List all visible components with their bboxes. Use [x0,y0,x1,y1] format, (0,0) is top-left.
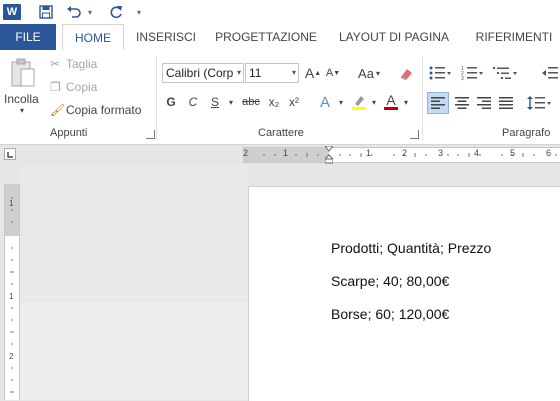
italic-button[interactable]: C [186,92,200,112]
cut-button[interactable]: ✂ Taglia [50,57,97,71]
cut-label: Taglia [66,57,98,71]
copy-icon: ❐ [50,80,61,94]
align-right-icon[interactable] [473,92,495,114]
document-line[interactable]: Borse; 60; 120,00€ [331,306,449,322]
group-separator [422,56,423,140]
superscript-button[interactable]: x² [286,92,302,112]
format-painter-button[interactable]: 🖌 Copia formato [50,103,141,117]
align-center-icon[interactable] [451,92,473,114]
indent-marker-icon[interactable] [323,145,335,164]
document-line[interactable]: Prodotti; Quantità; Prezzo [331,240,491,256]
underline-dropdown-icon[interactable]: ▾ [226,92,236,112]
tab-insert[interactable]: INSERISCI [132,24,200,50]
font-name-dropdown-icon[interactable]: ▾ [237,64,241,82]
ruler-label: 2 [243,148,249,158]
grow-font-button[interactable]: A ▲ [304,63,322,83]
save-icon[interactable] [36,3,56,21]
group-separator [156,56,157,140]
ribbon-home: Incolla ▾ ✂ Taglia ❐ Copia 🖌 Copia forma… [0,50,560,145]
canvas-shade [20,165,248,303]
font-color-button[interactable]: A [382,92,400,112]
text-effects-button[interactable]: A [316,92,334,112]
font-name-value: Calibri (Corp [166,66,234,80]
tab-page-layout[interactable]: LAYOUT DI PAGINA [333,24,455,50]
ruler-label: 4 [474,148,480,158]
tab-selector-icon[interactable] [4,148,16,160]
ruler-label: 5 [510,148,516,158]
undo-dropdown-icon[interactable]: ▾ [85,3,95,21]
highlight-dropdown-icon[interactable]: ▾ [369,92,379,112]
clear-formatting-icon[interactable] [396,63,416,83]
strikethrough-button[interactable]: abc [240,92,262,112]
bold-button[interactable]: G [164,92,178,112]
clipboard-group-label: Appunti [50,127,88,139]
justify-icon[interactable] [495,92,517,114]
paste-button-label[interactable]: Incolla [4,92,39,106]
ruler-label: 1 [366,148,372,158]
document-page[interactable]: Prodotti; Quantità; Prezzo Scarpe; 40; 8… [248,186,560,401]
clipboard-launcher-icon[interactable] [146,130,155,139]
font-name-combobox[interactable]: Calibri (Corp ▾ [162,63,244,83]
text-effects-dropdown-icon[interactable]: ▾ [336,92,346,112]
font-size-dropdown-icon[interactable]: ▾ [292,64,296,82]
copy-label: Copia [66,80,98,94]
ruler-label: 6 [546,148,552,158]
font-size-value: 11 [249,66,262,80]
underline-button[interactable]: S [208,92,222,112]
font-size-combobox[interactable]: 11 ▾ [245,63,299,83]
change-case-button[interactable]: Aa ▾ [354,63,384,83]
copy-button[interactable]: ❐ Copia [50,80,97,94]
word-logo-icon: W [3,4,21,20]
paragraph-group-label: Paragrafo [502,127,551,139]
bullets-icon[interactable] [428,63,454,83]
canvas-shade [20,303,248,400]
brush-icon: 🖌 [50,103,66,117]
font-launcher-icon[interactable] [410,130,419,139]
align-left-icon[interactable] [427,92,449,114]
shrink-font-button[interactable]: A ▼ [324,63,342,83]
ribbon-tabs: FILE HOME INSERISCI PROGETTAZIONE LAYOUT… [0,24,560,51]
ruler-label: 3 [438,148,444,158]
highlight-color-icon[interactable] [350,92,368,112]
scissors-icon: ✂ [50,57,61,71]
tab-references[interactable]: RIFERIMENTI [468,24,560,50]
customize-qat-icon[interactable]: ▾ [134,3,144,21]
ruler-row: 2 1 1 2 3 4 5 6 [0,145,560,165]
redo-icon[interactable] [106,3,126,21]
ruler-label: 2 [402,148,408,158]
ruler-label: 1 [9,292,14,301]
numbering-icon[interactable]: 123 [460,63,486,83]
vertical-ruler[interactable]: 1 1 2 [4,184,20,400]
vertical-ruler-ticks: 1 1 2 [9,197,14,393]
tab-home[interactable]: HOME [62,24,124,50]
subscript-button[interactable]: x₂ [266,92,282,112]
multilevel-list-icon[interactable] [492,63,522,83]
tab-file[interactable]: FILE [0,24,56,50]
ruler-label: 2 [9,352,14,361]
horizontal-ruler[interactable]: 2 1 1 2 3 4 5 6 [243,145,560,164]
tab-design[interactable]: PROGETTAZIONE [212,24,320,50]
font-group-label: Carattere [258,127,304,139]
ruler-label: 1 [283,148,289,158]
decrease-indent-icon[interactable] [540,63,560,83]
paste-dropdown-icon[interactable]: ▾ [20,106,24,115]
format-painter-label: Copia formato [66,103,142,117]
svg-text:3: 3 [461,76,464,80]
document-line[interactable]: Scarpe; 40; 80,00€ [331,273,449,289]
font-color-dropdown-icon[interactable]: ▾ [401,92,411,112]
undo-icon[interactable] [64,3,84,21]
paste-icon[interactable] [8,56,38,90]
quick-access-toolbar: W ▾ ▾ [0,0,560,24]
ruler-label: 1 [9,199,14,208]
line-spacing-icon[interactable] [526,92,554,114]
